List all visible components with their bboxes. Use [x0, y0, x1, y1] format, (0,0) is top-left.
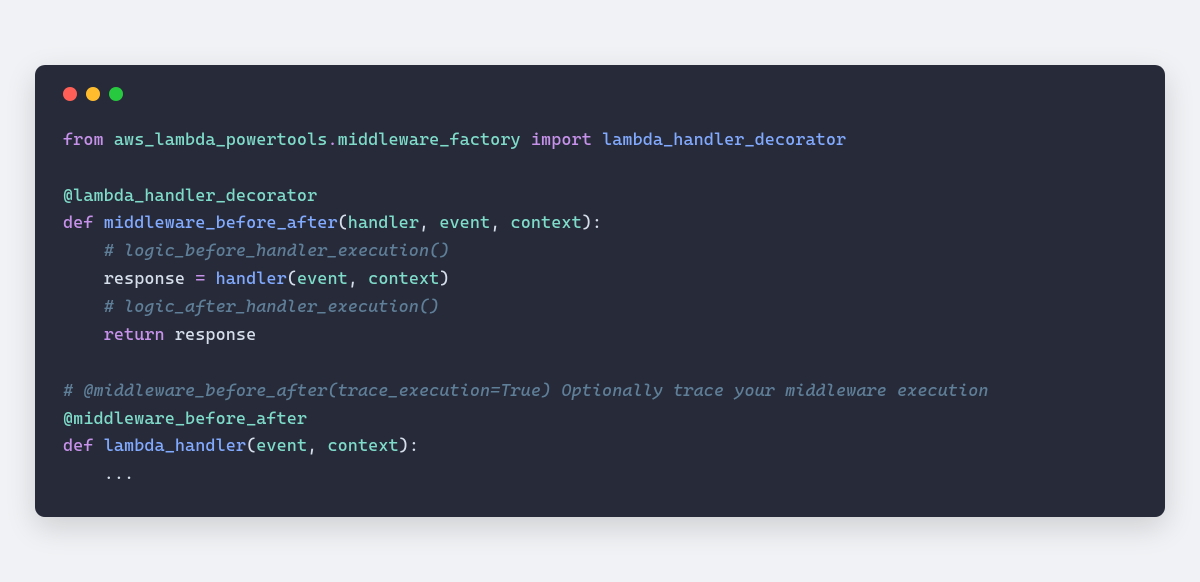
- indent: [63, 269, 104, 289]
- comment: # logic_before_handler_execution(): [104, 241, 450, 261]
- ellipsis: ...: [104, 464, 135, 484]
- code-line-12: def lambda_handler(event, context):: [63, 436, 419, 456]
- paren-open: (: [287, 269, 297, 289]
- comma: ,: [490, 213, 510, 233]
- code-line-5: # logic_before_handler_execution(): [63, 241, 450, 261]
- comma: ,: [348, 269, 368, 289]
- param-context: context: [327, 436, 398, 456]
- indent: [63, 297, 104, 317]
- param-event: event: [256, 436, 307, 456]
- paren-close: ): [439, 269, 449, 289]
- code-line-1: from aws_lambda_powertools.middleware_fa…: [63, 130, 846, 150]
- comment: # @middleware_before_after(trace_executi…: [63, 381, 989, 401]
- comment: # logic_after_handler_execution(): [104, 297, 440, 317]
- operator-assign: =: [185, 269, 216, 289]
- function-name: middleware_before_after: [104, 213, 338, 233]
- window-traffic-lights: [63, 87, 1137, 101]
- indent: [63, 325, 104, 345]
- param-context: context: [511, 213, 582, 233]
- space: [165, 325, 175, 345]
- keyword-def: def: [63, 213, 94, 233]
- return-value: response: [175, 325, 256, 345]
- code-line-8: return response: [63, 325, 256, 345]
- import-target: lambda_handler_decorator: [602, 130, 846, 150]
- keyword-return: return: [104, 325, 165, 345]
- decorator-name: middleware_before_after: [73, 409, 307, 429]
- keyword-def: def: [63, 436, 94, 456]
- param-event: event: [439, 213, 490, 233]
- indent: [63, 464, 104, 484]
- dot-separator: .: [327, 130, 337, 150]
- code-block: from aws_lambda_powertools.middleware_fa…: [63, 127, 1137, 489]
- function-name: lambda_handler: [104, 436, 246, 456]
- submodule-name: middleware_factory: [338, 130, 521, 150]
- keyword-from: from: [63, 130, 104, 150]
- zoom-icon[interactable]: [109, 87, 123, 101]
- paren-close: ):: [399, 436, 419, 456]
- arg-context: context: [368, 269, 439, 289]
- code-line-4: def middleware_before_after(handler, eve…: [63, 213, 602, 233]
- comma: ,: [419, 213, 439, 233]
- decorator-name: lambda_handler_decorator: [73, 186, 317, 206]
- indent: [63, 241, 104, 261]
- minimize-icon[interactable]: [86, 87, 100, 101]
- code-line-13: ...: [63, 464, 134, 484]
- code-line-11: @middleware_before_after: [63, 409, 307, 429]
- decorator-at: @: [63, 409, 73, 429]
- paren-open: (: [338, 213, 348, 233]
- decorator-at: @: [63, 186, 73, 206]
- code-line-10: # @middleware_before_after(trace_executi…: [63, 381, 989, 401]
- function-call: handler: [216, 269, 287, 289]
- module-name: aws_lambda_powertools: [114, 130, 328, 150]
- code-line-6: response = handler(event, context): [63, 269, 450, 289]
- code-line-7: # logic_after_handler_execution(): [63, 297, 439, 317]
- keyword-import: import: [531, 130, 592, 150]
- paren-close: ):: [582, 213, 602, 233]
- variable-response: response: [104, 269, 185, 289]
- code-line-3: @lambda_handler_decorator: [63, 186, 317, 206]
- param-handler: handler: [348, 213, 419, 233]
- close-icon[interactable]: [63, 87, 77, 101]
- code-window: from aws_lambda_powertools.middleware_fa…: [35, 65, 1165, 517]
- comma: ,: [307, 436, 327, 456]
- paren-open: (: [246, 436, 256, 456]
- arg-event: event: [297, 269, 348, 289]
